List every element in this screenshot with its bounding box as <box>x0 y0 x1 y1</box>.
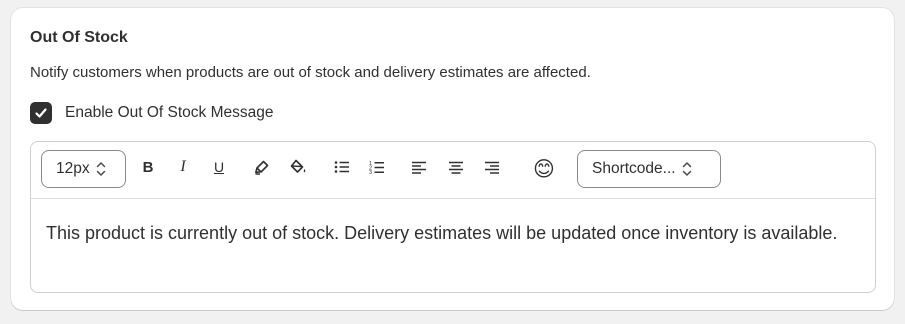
shortcode-value: Shortcode... <box>592 160 676 177</box>
bullet-list-icon <box>334 161 349 173</box>
align-left-button[interactable] <box>407 155 431 179</box>
bold-button[interactable]: B <box>136 155 160 179</box>
rich-text-editor: 12px B I U 1 2 3 😊 Shortcode... This pro… <box>30 141 876 293</box>
font-size-select[interactable]: 12px <box>41 150 126 188</box>
numbered-list-icon: 1 2 3 <box>369 160 384 175</box>
enable-out-of-stock-checkbox-row[interactable]: Enable Out Of Stock Message <box>30 102 274 124</box>
emoji-icon[interactable]: 😊 <box>532 157 556 181</box>
editor-toolbar: 12px B I U 1 2 3 😊 Shortcode... <box>31 142 875 199</box>
align-center-button[interactable] <box>444 155 468 179</box>
align-left-icon <box>412 161 426 174</box>
bullet-list-button[interactable] <box>330 155 354 179</box>
svg-text:3: 3 <box>369 170 372 175</box>
editor-content[interactable]: This product is currently out of stock. … <box>31 199 875 249</box>
highlight-button[interactable] <box>250 155 274 179</box>
fill-color-icon <box>290 159 305 173</box>
select-arrows-icon <box>681 160 693 178</box>
section-title: Out Of Stock <box>30 29 128 46</box>
align-right-button[interactable] <box>480 155 504 179</box>
out-of-stock-card: Out Of Stock Notify customers when produ… <box>11 8 894 310</box>
checkmark-icon <box>35 108 47 118</box>
enable-out-of-stock-label: Enable Out Of Stock Message <box>65 104 274 121</box>
enable-out-of-stock-checkbox[interactable] <box>30 102 52 124</box>
underline-button[interactable]: U <box>207 155 231 179</box>
numbered-list-button[interactable]: 1 2 3 <box>365 155 389 179</box>
align-right-icon <box>485 161 499 174</box>
section-description: Notify customers when products are out o… <box>30 64 591 81</box>
font-size-value: 12px <box>56 160 90 177</box>
italic-button[interactable]: I <box>171 155 195 179</box>
select-arrows-icon <box>95 160 107 178</box>
shortcode-select[interactable]: Shortcode... <box>577 150 721 188</box>
align-center-icon <box>449 161 463 174</box>
highlight-icon <box>255 160 269 175</box>
fill-color-button[interactable] <box>286 155 310 179</box>
